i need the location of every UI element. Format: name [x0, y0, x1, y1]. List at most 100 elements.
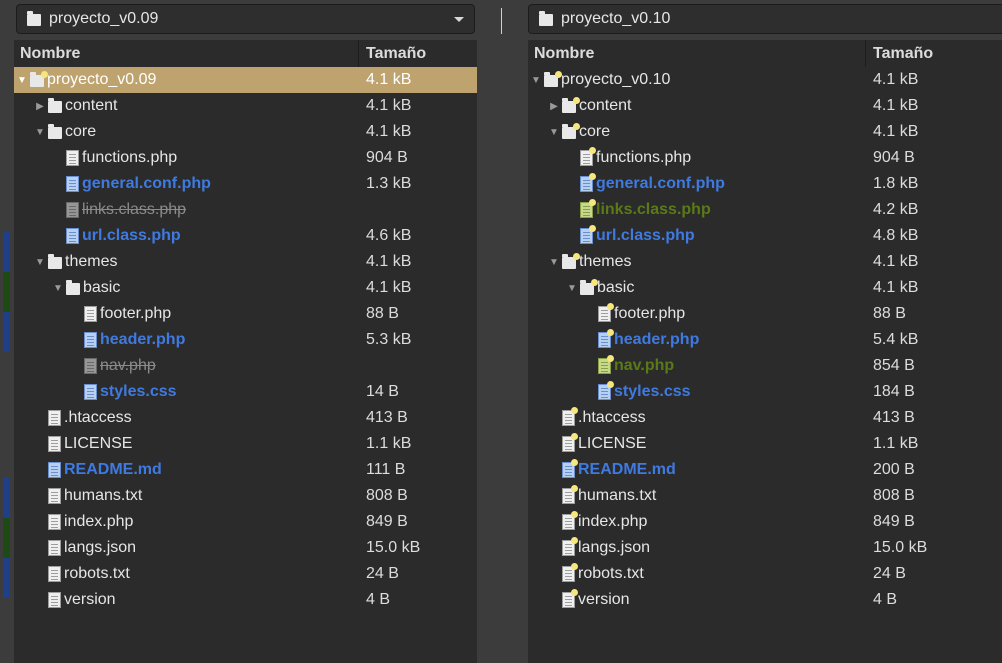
item-size: 4.1 kB — [873, 97, 919, 114]
column-header-name[interactable]: Nombre — [528, 40, 866, 67]
tree-file-row[interactable]: styles.css 184 B — [528, 379, 1002, 405]
name-cell: langs.json — [528, 537, 866, 557]
tree-file-row[interactable]: LICENSE 1.1 kB — [528, 431, 1002, 457]
name-cell: LICENSE — [528, 433, 866, 453]
tree-file-row[interactable]: LICENSE 1.1 kB — [14, 431, 477, 457]
file-icon — [48, 540, 61, 556]
left-path-selector[interactable]: proyecto_v0.09 — [16, 4, 475, 34]
emblem-new-icon — [571, 537, 578, 544]
tree-folder-row[interactable]: ▼ core 4.1 kB — [528, 119, 1002, 145]
emblem-new-icon — [591, 279, 598, 286]
tree-file-row[interactable]: styles.css 14 B — [14, 379, 477, 405]
folder-icon — [539, 11, 553, 26]
tree-file-row[interactable]: footer.php 88 B — [528, 301, 1002, 327]
item-size: 4.1 kB — [366, 97, 412, 114]
file-icon — [580, 199, 596, 218]
expander-open-icon[interactable]: ▼ — [528, 75, 544, 86]
expander-open-icon[interactable]: ▼ — [14, 75, 30, 86]
expander-closed-icon[interactable]: ▶ — [546, 101, 562, 112]
column-header-name[interactable]: Nombre — [14, 40, 359, 67]
item-name: basic — [83, 279, 121, 296]
tree-file-row[interactable]: header.php 5.4 kB — [528, 327, 1002, 353]
item-name: footer.php — [100, 305, 172, 322]
item-name: README.md — [64, 461, 162, 478]
emblem-new-icon — [573, 123, 580, 130]
item-name: core — [65, 123, 97, 140]
tree-file-row[interactable]: nav.php 854 B — [528, 353, 1002, 379]
tree-file-row[interactable]: .htaccess 413 B — [14, 405, 477, 431]
tree-file-row[interactable]: robots.txt 24 B — [14, 561, 477, 587]
tree-file-row[interactable]: nav.php — [14, 353, 477, 379]
tree-file-row[interactable]: .htaccess 413 B — [528, 405, 1002, 431]
tree-file-row[interactable]: robots.txt 24 B — [528, 561, 1002, 587]
name-cell: ▼ core — [14, 123, 359, 141]
tree-file-row[interactable]: links.class.php — [14, 197, 477, 223]
name-cell: README.md — [14, 461, 359, 479]
tree-folder-row[interactable]: ▼ basic 4.1 kB — [14, 275, 477, 301]
column-header-size[interactable]: Tamaño — [359, 40, 477, 67]
file-icon — [562, 563, 578, 582]
tree-file-row[interactable]: README.md 111 B — [14, 457, 477, 483]
item-size: 849 B — [366, 513, 408, 530]
tree-file-row[interactable]: functions.php 904 B — [528, 145, 1002, 171]
file-icon — [580, 225, 596, 244]
tree-file-row[interactable]: url.class.php 4.8 kB — [528, 223, 1002, 249]
right-file-tree[interactable]: Nombre Tamaño ▼ proyecto_v0.10 4.1 kB ▶ cont… — [528, 40, 1002, 663]
tree-folder-row[interactable]: ▼ proyecto_v0.10 4.1 kB — [528, 67, 1002, 93]
tree-folder-row[interactable]: ▼ themes 4.1 kB — [14, 249, 477, 275]
tree-folder-row[interactable]: ▶ content 4.1 kB — [14, 93, 477, 119]
emblem-new-icon — [589, 225, 596, 232]
tree-file-row[interactable]: functions.php 904 B — [14, 145, 477, 171]
tree-file-row[interactable]: version 4 B — [14, 587, 477, 613]
folder-icon — [66, 280, 80, 295]
name-cell: functions.php — [14, 149, 359, 167]
right-path-selector[interactable]: proyecto_v0.10 — [528, 4, 1002, 34]
tree-folder-row[interactable]: ▼ proyecto_v0.09 4.1 kB — [14, 67, 477, 93]
tree-file-row[interactable]: langs.json 15.0 kB — [14, 535, 477, 561]
tree-folder-row[interactable]: ▼ basic 4.1 kB — [528, 275, 1002, 301]
expander-closed-icon[interactable]: ▶ — [32, 101, 48, 112]
expander-open-icon[interactable]: ▼ — [564, 283, 580, 294]
item-name: robots.txt — [64, 565, 130, 582]
tree-file-row[interactable]: index.php 849 B — [14, 509, 477, 535]
tree-file-row[interactable]: general.conf.php 1.8 kB — [528, 171, 1002, 197]
pane-divider-handle[interactable] — [501, 8, 502, 34]
file-icon — [580, 173, 596, 192]
expander-open-icon[interactable]: ▼ — [50, 283, 66, 294]
emblem-new-icon — [41, 71, 48, 78]
expander-open-icon[interactable]: ▼ — [32, 257, 48, 268]
tree-file-row[interactable]: humans.txt 808 B — [14, 483, 477, 509]
left-file-tree[interactable]: Nombre Tamaño ▼ proyecto_v0.09 4.1 kB ▶ cont… — [14, 40, 477, 663]
emblem-new-icon — [571, 407, 578, 414]
tree-file-row[interactable]: index.php 849 B — [528, 509, 1002, 535]
tree-folder-row[interactable]: ▶ content 4.1 kB — [528, 93, 1002, 119]
tree-file-row[interactable]: url.class.php 4.6 kB — [14, 223, 477, 249]
expander-open-icon[interactable]: ▼ — [546, 257, 562, 268]
tree-file-row[interactable]: links.class.php 4.2 kB — [528, 197, 1002, 223]
tree-file-row[interactable]: header.php 5.3 kB — [14, 327, 477, 353]
item-name: proyecto_v0.09 — [47, 71, 157, 88]
tree-folder-row[interactable]: ▼ themes 4.1 kB — [528, 249, 1002, 275]
tree-file-row[interactable]: README.md 200 B — [528, 457, 1002, 483]
item-name: functions.php — [82, 149, 178, 166]
item-size: 24 B — [366, 565, 399, 582]
tree-file-row[interactable]: version 4 B — [528, 587, 1002, 613]
tree-file-row[interactable]: footer.php 88 B — [14, 301, 477, 327]
folder-icon — [48, 98, 62, 113]
column-header-size[interactable]: Tamaño — [866, 40, 1002, 67]
item-size: 413 B — [366, 409, 408, 426]
chevron-down-icon[interactable] — [454, 17, 464, 22]
tree-folder-row[interactable]: ▼ core 4.1 kB — [14, 119, 477, 145]
name-cell: index.php — [14, 513, 359, 531]
item-name: header.php — [100, 331, 186, 348]
tree-file-row[interactable]: humans.txt 808 B — [528, 483, 1002, 509]
name-cell: langs.json — [14, 539, 359, 557]
tree-file-row[interactable]: general.conf.php 1.3 kB — [14, 171, 477, 197]
folder-icon — [544, 71, 562, 87]
item-size: 88 B — [366, 305, 399, 322]
file-icon — [48, 462, 61, 478]
expander-open-icon[interactable]: ▼ — [32, 127, 48, 138]
expander-open-icon[interactable]: ▼ — [546, 127, 562, 138]
name-cell: ▼ basic — [528, 279, 866, 297]
tree-file-row[interactable]: langs.json 15.0 kB — [528, 535, 1002, 561]
